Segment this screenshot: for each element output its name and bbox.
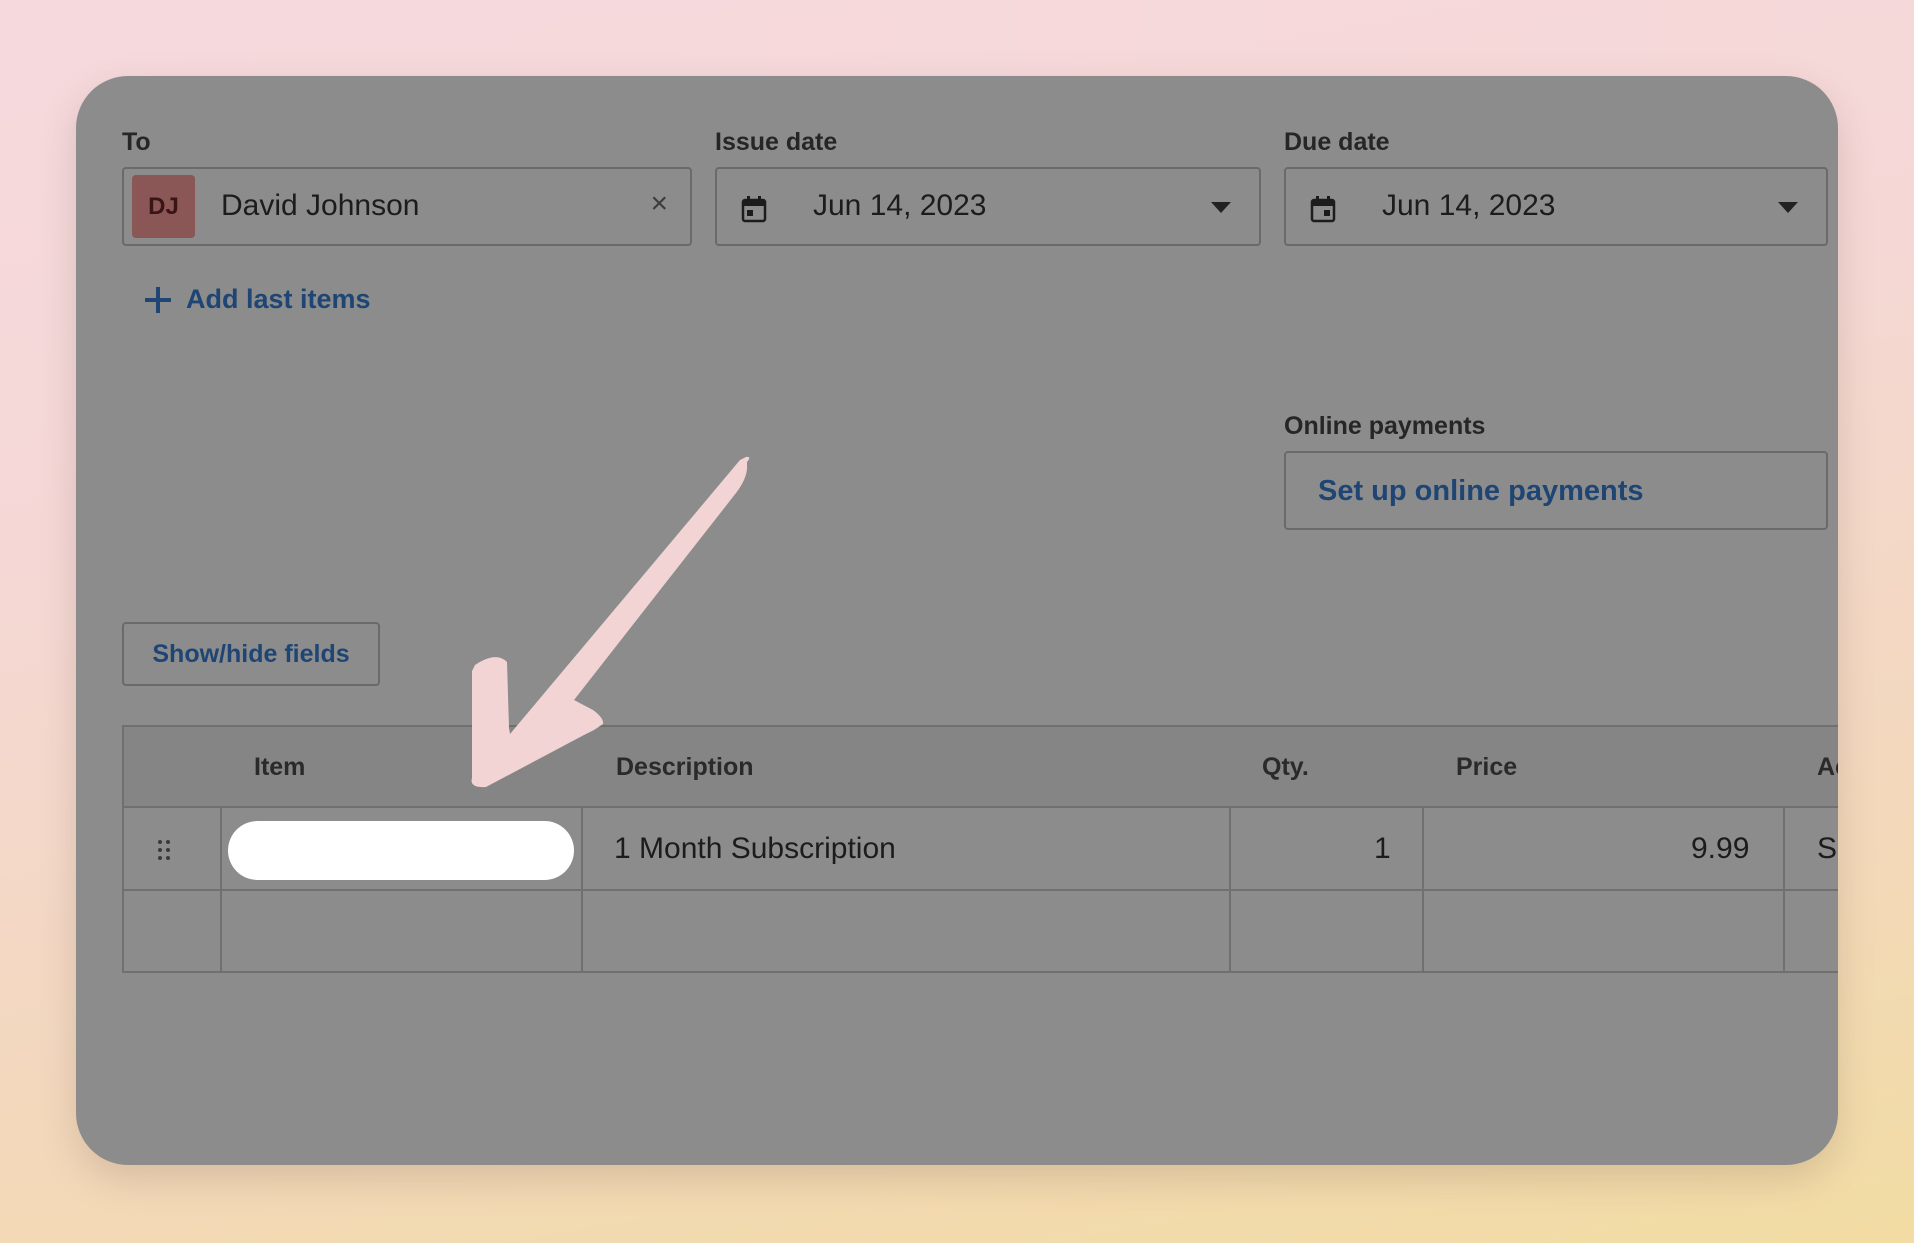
invoice-form-card: To DJ David Johnson × Issue date Jun 14,… bbox=[76, 76, 1838, 1165]
annotation-arrow-icon bbox=[471, 456, 750, 788]
